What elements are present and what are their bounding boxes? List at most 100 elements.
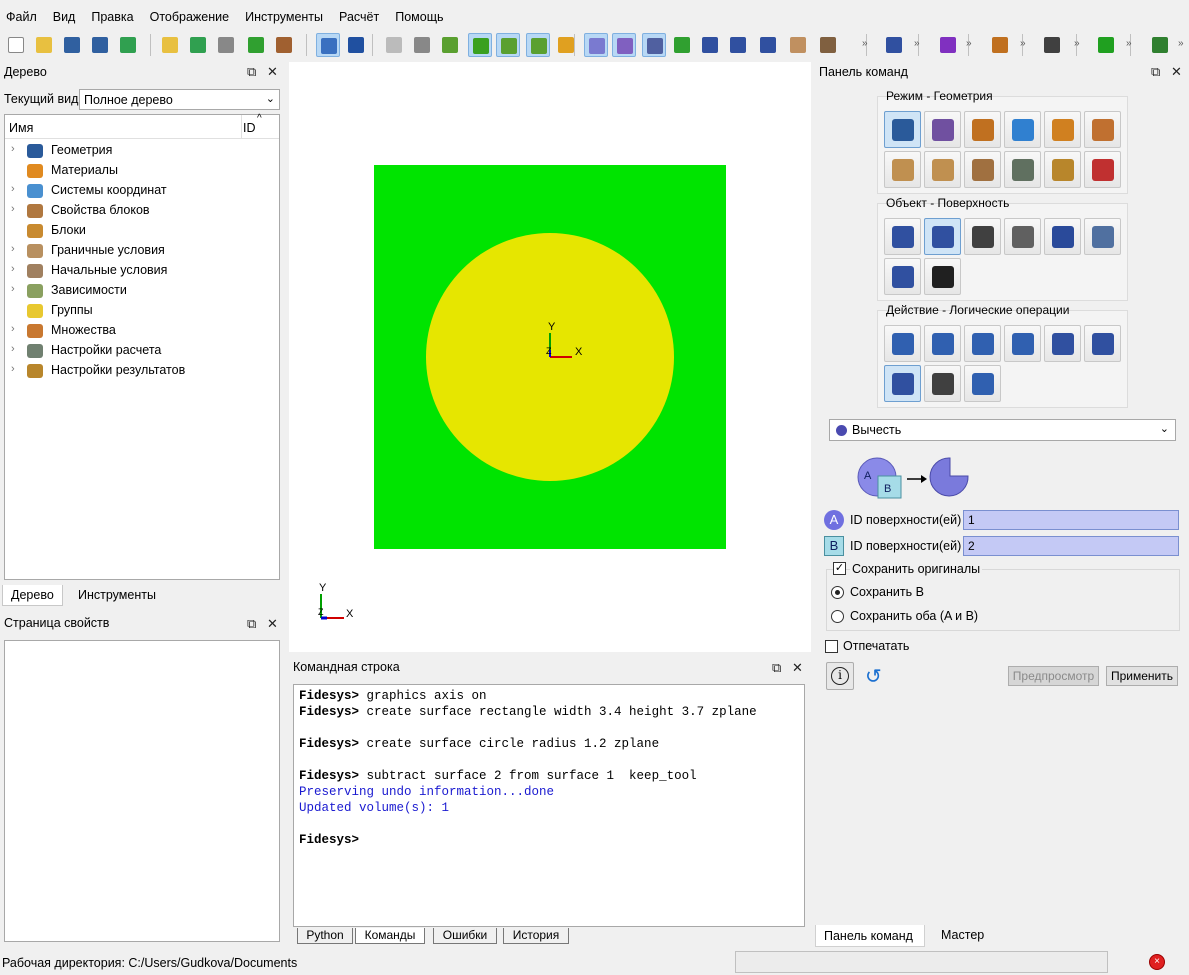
keep-originals-checkbox[interactable]: ✓ [833, 562, 846, 575]
analysis-mode-icon[interactable] [1084, 151, 1121, 188]
mesh-mode-icon[interactable] [924, 111, 961, 148]
undo-icon[interactable] [344, 33, 368, 57]
reset-icon[interactable]: ↺ [865, 664, 882, 689]
toolbar-overflow-icon[interactable]: » [862, 38, 868, 49]
tree-item[interactable]: Блоки [5, 221, 275, 241]
axis-z-icon[interactable] [1148, 33, 1172, 57]
float-panel-icon[interactable]: ⧉ [247, 64, 256, 80]
blocks-mode-icon[interactable] [1044, 111, 1081, 148]
boundary-mode-icon[interactable] [884, 151, 921, 188]
settings-tools-icon[interactable] [272, 33, 296, 57]
tree-item[interactable]: › Свойства блоков [5, 201, 275, 221]
smooth-shade-icon[interactable] [468, 33, 492, 57]
shaded-icon[interactable] [438, 33, 462, 57]
webcut-action-icon[interactable] [964, 365, 1001, 402]
fit-view-icon[interactable] [756, 33, 780, 57]
tree-item[interactable]: › Начальные условия [5, 261, 275, 281]
operation-select[interactable]: Вычесть ⌄ [829, 419, 1176, 441]
menu-item[interactable]: Помощь [395, 8, 451, 28]
apply-button[interactable]: Применить [1106, 666, 1178, 686]
expand-arrow-icon[interactable]: › [11, 243, 15, 255]
column-name[interactable]: Имя [9, 121, 33, 135]
console-tab[interactable]: Python [297, 928, 353, 944]
vertex-object-icon[interactable] [1004, 218, 1041, 255]
bounding-icon[interactable] [1040, 33, 1064, 57]
error-indicator-icon[interactable]: × [1149, 954, 1165, 970]
save-as-icon[interactable] [88, 33, 112, 57]
volume-object-icon[interactable] [884, 218, 921, 255]
menu-item[interactable]: Отображение [150, 8, 237, 28]
group-object-icon[interactable] [1044, 218, 1081, 255]
close-panel-icon[interactable]: ✕ [267, 64, 278, 80]
tree-item[interactable]: › Настройки результатов [5, 361, 275, 381]
info-button[interactable]: i [826, 662, 854, 690]
toolbar-overflow-icon[interactable]: » [966, 38, 972, 49]
close-panel-icon[interactable]: ✕ [792, 660, 803, 676]
expand-arrow-icon[interactable]: › [11, 143, 15, 155]
geometry-mode-icon[interactable] [884, 111, 921, 148]
tree-item[interactable]: › Настройки расчета [5, 341, 275, 361]
grid-icon[interactable] [584, 33, 608, 57]
surface-object-icon[interactable] [924, 218, 961, 255]
group-icon[interactable] [882, 33, 906, 57]
mesh-view-icon[interactable] [526, 33, 550, 57]
zoom-in-icon[interactable] [698, 33, 722, 57]
create-action-icon[interactable] [884, 325, 921, 362]
cut-action-icon[interactable] [924, 365, 961, 402]
modify-action-icon[interactable] [924, 325, 961, 362]
zoom-out-icon[interactable] [726, 33, 750, 57]
window-view-icon[interactable] [642, 33, 666, 57]
expand-arrow-icon[interactable]: › [11, 183, 15, 195]
tab-command-panel[interactable]: Панель команд [815, 925, 925, 947]
transform-action-icon[interactable] [964, 325, 1001, 362]
expand-arrow-icon[interactable]: › [11, 343, 15, 355]
surface-b-input[interactable]: 2 [963, 536, 1179, 556]
tab-wizard[interactable]: Мастер [941, 928, 984, 942]
float-panel-icon[interactable]: ⧉ [1151, 64, 1160, 80]
keep-both-radio[interactable] [831, 610, 844, 623]
calculation-mode-icon[interactable] [1004, 151, 1041, 188]
command-console[interactable]: Fidesys> graphics axis on Fidesys> create… [293, 684, 805, 927]
bbox-icon[interactable] [786, 33, 810, 57]
select-mode-icon[interactable] [316, 33, 340, 57]
move-action-icon[interactable] [1084, 325, 1121, 362]
tree-item[interactable]: › Зависимости [5, 281, 275, 301]
toolbar-overflow-icon[interactable]: » [1126, 38, 1132, 49]
menu-item[interactable]: Вид [53, 8, 84, 28]
tab-tools[interactable]: Инструменты [70, 585, 164, 605]
wireframe-icon[interactable] [382, 33, 406, 57]
new-file-icon[interactable] [4, 33, 28, 57]
expand-arrow-icon[interactable]: › [11, 203, 15, 215]
text-object-icon[interactable] [924, 258, 961, 295]
material-mode-icon[interactable] [964, 111, 1001, 148]
float-panel-icon[interactable]: ⧉ [772, 660, 781, 676]
play-journal-icon[interactable] [186, 33, 210, 57]
tree-item[interactable]: › Системы координат [5, 181, 275, 201]
surface-a-input[interactable]: 1 [963, 510, 1179, 530]
tree-item[interactable]: › Множества [5, 321, 275, 341]
pause-icon[interactable] [244, 33, 268, 57]
dependency-mode-icon[interactable] [964, 151, 1001, 188]
export-icon[interactable] [116, 33, 140, 57]
console-tab[interactable]: История [503, 928, 569, 944]
run-icon[interactable] [1094, 33, 1118, 57]
hidden-line-icon[interactable] [410, 33, 434, 57]
copy-action-icon[interactable] [1004, 325, 1041, 362]
measure-object-icon[interactable] [884, 258, 921, 295]
float-panel-icon[interactable]: ⧉ [247, 616, 256, 632]
tab-tree[interactable]: Дерево [2, 585, 63, 606]
toolbar-overflow-icon[interactable]: » [914, 38, 920, 49]
tree-item[interactable]: Материалы [5, 161, 275, 181]
toolbar-overflow-icon[interactable]: » [1020, 38, 1026, 49]
baseline-icon[interactable] [988, 33, 1012, 57]
coordinates-mode-icon[interactable] [1004, 111, 1041, 148]
menu-item[interactable]: Правка [91, 8, 141, 28]
expand-arrow-icon[interactable]: › [11, 363, 15, 375]
axes-cross-icon[interactable] [936, 33, 960, 57]
expand-arrow-icon[interactable]: › [11, 263, 15, 275]
expand-arrow-icon[interactable]: › [11, 323, 15, 335]
record-id-icon[interactable] [214, 33, 238, 57]
keep-b-radio[interactable] [831, 586, 844, 599]
current-view-select[interactable]: Полное дерево ⌄ [79, 89, 280, 110]
menu-item[interactable]: Инструменты [245, 8, 331, 28]
